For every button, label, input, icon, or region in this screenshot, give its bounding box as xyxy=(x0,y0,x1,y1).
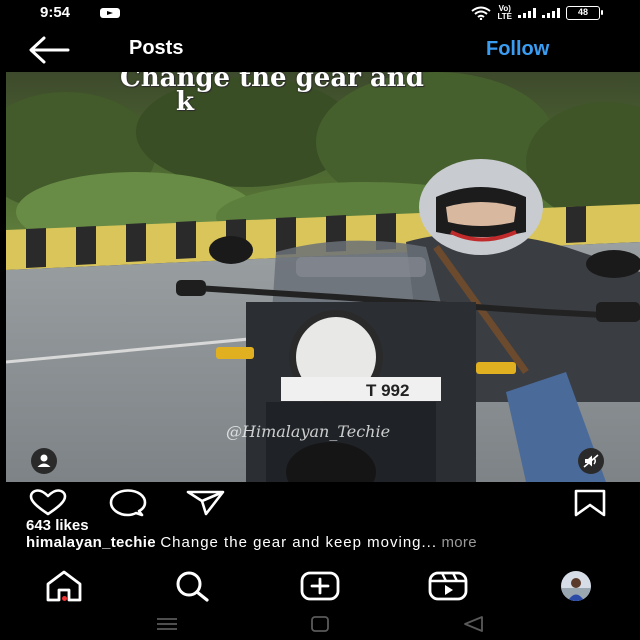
video-frame: T 992 xyxy=(6,72,640,482)
search-icon xyxy=(176,571,209,602)
comment-icon xyxy=(109,489,147,517)
caption-username[interactable]: himalayan_techie xyxy=(26,534,156,551)
square-icon xyxy=(311,616,329,632)
save-button[interactable] xyxy=(570,489,610,517)
back-system-button[interactable] xyxy=(458,614,488,634)
bottom-nav xyxy=(0,566,640,606)
status-time: 9:54 xyxy=(40,4,71,21)
tagged-people-button[interactable] xyxy=(31,448,57,474)
post-actions xyxy=(0,484,640,518)
header: Posts Follow xyxy=(0,28,640,72)
like-count[interactable]: 643 likes xyxy=(26,517,89,534)
nav-profile[interactable] xyxy=(556,570,596,602)
triangle-back-icon xyxy=(464,616,483,632)
avatar xyxy=(561,571,591,601)
wifi-icon xyxy=(471,6,492,20)
send-icon xyxy=(186,490,225,516)
speaker-muted-icon xyxy=(583,454,599,468)
mute-button[interactable] xyxy=(578,448,604,474)
signal-icon-2 xyxy=(542,8,560,18)
more-link[interactable]: more xyxy=(441,534,476,551)
home-system-button[interactable] xyxy=(305,614,335,634)
post-caption: himalayan_techie Change the gear and kee… xyxy=(26,535,626,551)
caption-text: Change the gear and keep moving... xyxy=(160,534,438,551)
overlay-line-2: k xyxy=(176,87,195,117)
nav-create[interactable] xyxy=(300,570,340,602)
nav-reels[interactable] xyxy=(428,570,468,602)
back-button[interactable] xyxy=(26,34,72,66)
page-title: Posts xyxy=(129,37,184,59)
person-icon xyxy=(37,454,51,467)
comment-button[interactable] xyxy=(108,489,148,517)
status-icons: Vo) LTE 48 xyxy=(471,5,603,21)
watermark: @Himalayan_Techie xyxy=(226,422,391,441)
bookmark-icon xyxy=(574,489,606,517)
battery-icon: 48 xyxy=(566,6,603,20)
license-plate-text: T 992 xyxy=(366,381,409,400)
notification-dot xyxy=(62,596,67,601)
post-media[interactable]: T 992 Change the gear and k @Himalayan_T… xyxy=(6,72,640,482)
video-overlay-text: Change the gear and k xyxy=(120,72,590,117)
follow-button[interactable]: Follow xyxy=(486,38,549,61)
arrow-left-icon xyxy=(29,36,70,64)
reels-icon xyxy=(428,571,468,601)
nav-search[interactable] xyxy=(172,570,212,602)
volte-indicator: Vo) LTE xyxy=(497,5,512,21)
plus-square-icon xyxy=(300,571,340,601)
volte-bottom: LTE xyxy=(497,12,512,21)
recent-apps-button[interactable] xyxy=(152,614,182,634)
system-navigation xyxy=(0,608,640,640)
heart-icon xyxy=(29,489,67,516)
youtube-notification-icon xyxy=(100,8,120,18)
status-bar: 9:54 Vo) LTE 48 xyxy=(0,0,640,26)
like-button[interactable] xyxy=(28,489,68,517)
menu-icon xyxy=(157,618,177,630)
share-button[interactable] xyxy=(186,489,226,517)
signal-icon xyxy=(518,8,536,18)
